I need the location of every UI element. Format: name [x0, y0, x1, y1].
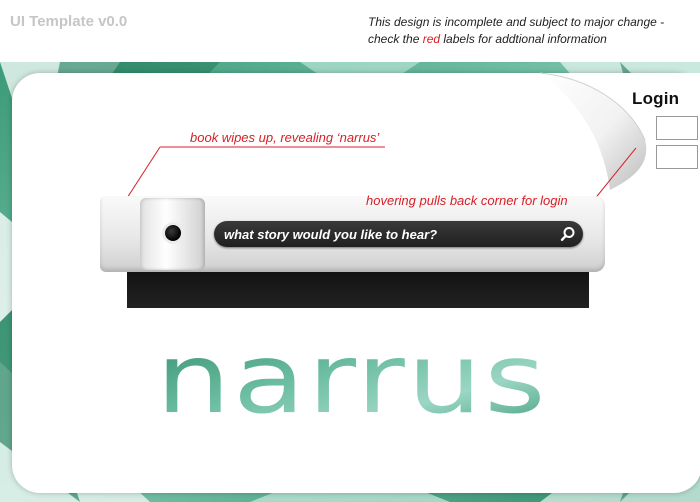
disclaimer-line-1: This design is incomplete and subject to…: [368, 15, 665, 29]
design-disclaimer: This design is incomplete and subject to…: [368, 14, 688, 48]
annotation-hover-login: hovering pulls back corner for login: [366, 193, 568, 208]
book-hinge-icon: [140, 198, 205, 270]
disclaimer-red-word: red: [422, 32, 441, 46]
search-bar[interactable]: what story would you like to hear?: [214, 221, 583, 247]
search-input[interactable]: what story would you like to hear?: [214, 227, 555, 242]
logo-text: narrus: [156, 330, 548, 430]
disclaimer-line-2: check the red labels for addtional infor…: [368, 31, 688, 48]
magnifier-icon[interactable]: [555, 221, 581, 247]
template-title: UI Template v0.0: [10, 13, 128, 30]
login-username-field[interactable]: [656, 116, 698, 140]
hinge-hole: [165, 225, 181, 241]
page-header: UI Template v0.0 This design is incomple…: [0, 0, 700, 62]
narrus-logo: narrus: [156, 330, 548, 430]
disclaimer-pre: check the: [368, 32, 423, 46]
annotation-book-wipe: book wipes up, revealing ‘narrus’: [190, 130, 380, 145]
book-graphic: [100, 196, 605, 313]
book-pages: [127, 268, 589, 308]
disclaimer-post: labels for addtional information: [440, 32, 607, 46]
login-label: Login: [632, 89, 680, 108]
login-password-field[interactable]: [656, 145, 698, 169]
page-root: UI Template v0.0 This design is incomple…: [0, 0, 700, 502]
